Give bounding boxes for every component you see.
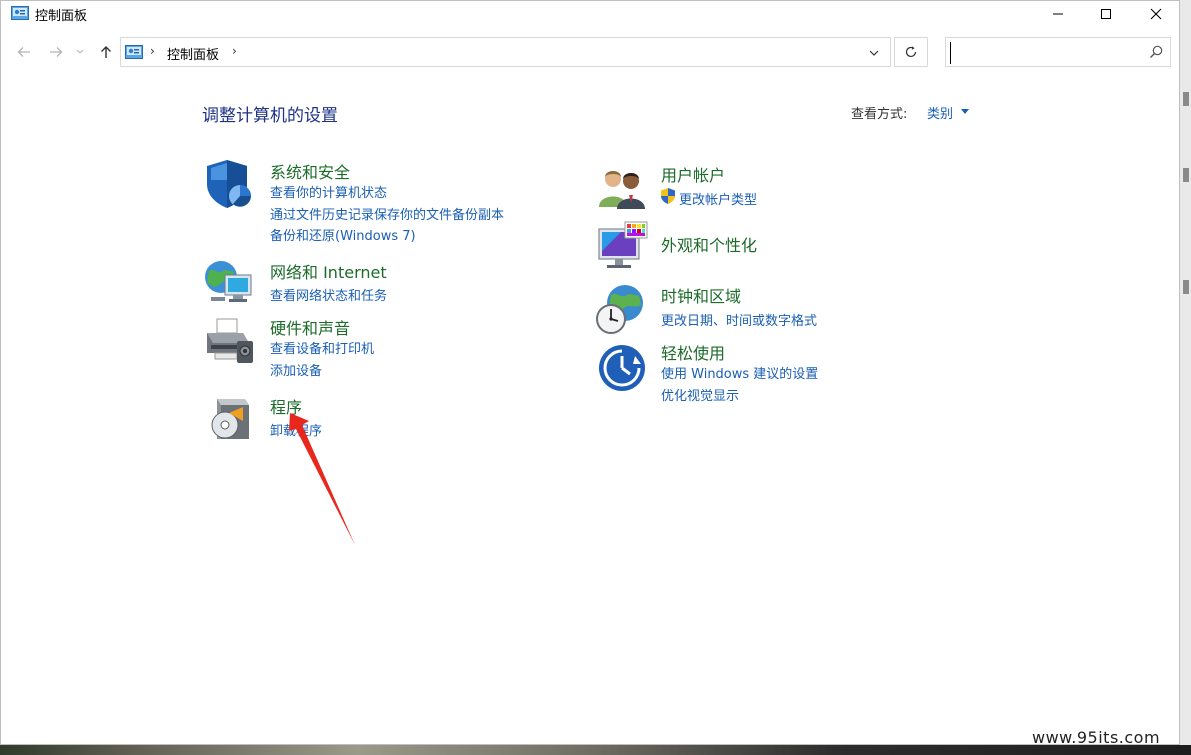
- link-add-device[interactable]: 添加设备: [270, 360, 322, 379]
- page-title: 调整计算机的设置: [202, 106, 338, 126]
- back-arrow-icon: [17, 47, 30, 57]
- monitor-palette-icon[interactable]: [597, 221, 649, 273]
- control-panel-window: 控制面板 › 控制面板 › 调整计算机的设置 查看方式: 类别 系统和安全 查看…: [0, 0, 1180, 745]
- category-title-hardware-sound[interactable]: 硬件和声音: [270, 315, 350, 339]
- shield-security-icon[interactable]: [203, 158, 255, 210]
- category-title-programs[interactable]: 程序: [270, 394, 302, 418]
- close-icon: [1150, 8, 1162, 20]
- link-file-history-backup[interactable]: 通过文件历史记录保存你的文件备份副本: [270, 204, 504, 223]
- link-view-computer-status[interactable]: 查看你的计算机状态: [270, 182, 387, 201]
- users-icon[interactable]: [597, 163, 649, 215]
- background-window-edge: [1180, 0, 1191, 745]
- back-button[interactable]: [13, 41, 35, 63]
- clock-globe-icon[interactable]: [595, 283, 647, 335]
- minimize-icon: [1053, 13, 1063, 15]
- link-devices-printers[interactable]: 查看设备和打印机: [270, 338, 374, 357]
- up-arrow-icon: [101, 46, 111, 58]
- maximize-icon: [1101, 9, 1111, 19]
- search-input[interactable]: [950, 42, 1145, 64]
- view-by-dropdown[interactable]: 类别: [927, 103, 953, 122]
- up-button[interactable]: [95, 41, 117, 63]
- category-title-ease-of-access[interactable]: 轻松使用: [661, 340, 725, 364]
- address-history-dropdown[interactable]: [865, 44, 883, 62]
- window-title: 控制面板: [35, 9, 88, 24]
- view-by-label: 查看方式:: [851, 107, 908, 122]
- minimize-button[interactable]: [1035, 1, 1081, 27]
- control-panel-icon: [125, 45, 143, 59]
- forward-arrow-icon: [50, 47, 63, 57]
- chevron-down-icon: [76, 49, 84, 54]
- caret-down-icon[interactable]: [961, 109, 969, 114]
- chevron-down-icon: [869, 50, 879, 56]
- search-box[interactable]: [945, 37, 1171, 67]
- link-recommended-settings[interactable]: 使用 Windows 建议的设置: [661, 363, 818, 382]
- category-title-network-internet[interactable]: 网络和 Internet: [270, 259, 387, 283]
- link-backup-restore[interactable]: 备份和还原(Windows 7): [270, 225, 416, 244]
- recent-locations-button[interactable]: [73, 41, 87, 63]
- desktop-taskbar-edge: [0, 745, 1191, 755]
- category-title-clock-region[interactable]: 时钟和区域: [661, 283, 741, 307]
- link-uninstall-program[interactable]: 卸载程序: [270, 420, 322, 439]
- ease-of-access-icon[interactable]: [597, 342, 649, 394]
- uac-shield-icon: [661, 188, 675, 204]
- breadcrumb-control-panel[interactable]: 控制面板: [167, 44, 219, 63]
- link-view-network-status[interactable]: 查看网络状态和任务: [270, 285, 387, 304]
- breadcrumb-separator[interactable]: ›: [232, 44, 237, 58]
- link-change-account-type[interactable]: 更改帐户类型: [679, 189, 757, 208]
- link-change-date-time-format[interactable]: 更改日期、时间或数字格式: [661, 310, 817, 329]
- title-bar[interactable]: 控制面板: [1, 1, 1179, 27]
- close-button[interactable]: [1133, 1, 1179, 27]
- address-bar[interactable]: › 控制面板 ›: [120, 37, 891, 67]
- control-panel-icon: [11, 6, 29, 20]
- refresh-button[interactable]: [894, 37, 928, 67]
- link-optimize-visual-display[interactable]: 优化视觉显示: [661, 385, 739, 404]
- watermark-text: www.95its.com: [1032, 728, 1161, 747]
- category-title-user-accounts[interactable]: 用户帐户: [661, 162, 725, 186]
- category-title-system-security[interactable]: 系统和安全: [270, 159, 350, 183]
- forward-button[interactable]: [45, 41, 67, 63]
- maximize-button[interactable]: [1083, 1, 1129, 27]
- network-globe-icon[interactable]: [203, 257, 255, 309]
- breadcrumb-separator[interactable]: ›: [150, 44, 155, 58]
- programs-disc-icon[interactable]: [203, 393, 255, 445]
- search-icon[interactable]: [1149, 45, 1163, 59]
- refresh-icon: [905, 46, 917, 58]
- category-title-appearance[interactable]: 外观和个性化: [661, 232, 757, 256]
- printer-icon[interactable]: [203, 315, 255, 367]
